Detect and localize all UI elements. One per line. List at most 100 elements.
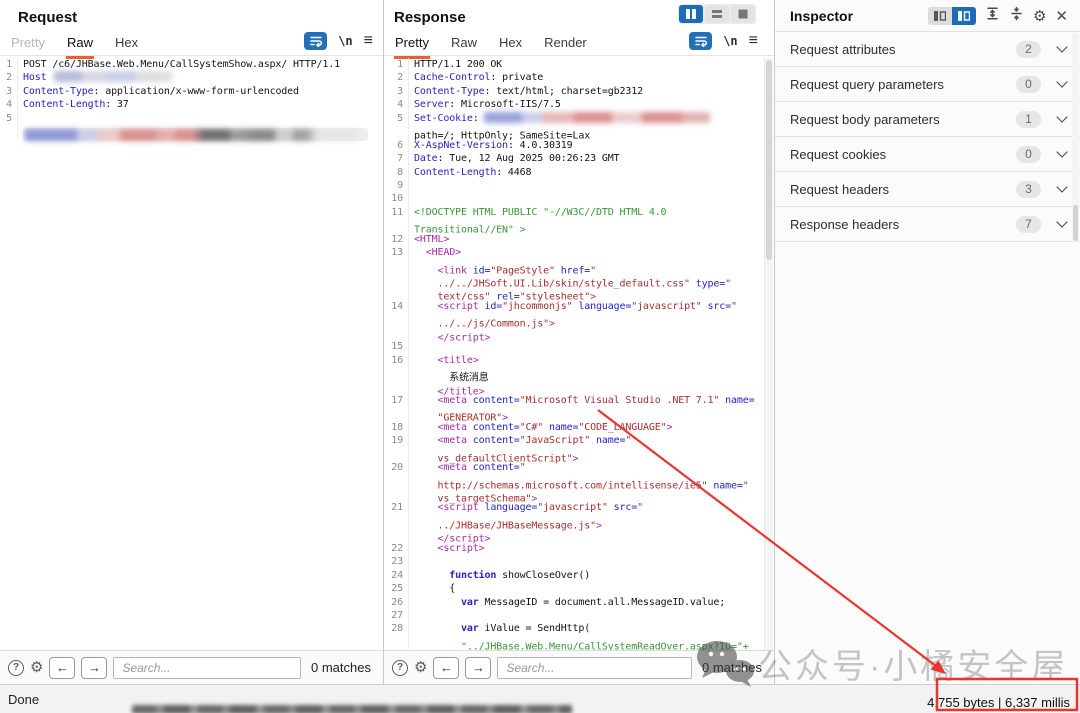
search-settings-icon[interactable]: ⚙ [414, 660, 427, 676]
line-number: 6 [388, 139, 409, 152]
wrap-text-icon[interactable] [689, 32, 712, 50]
inspector-section[interactable]: Request body parameters1 [775, 102, 1080, 137]
inspector-section[interactable]: Request attributes2 [775, 32, 1080, 67]
inspector-section[interactable]: Request cookies0 [775, 137, 1080, 172]
code-line: 24 function showCloseOver() [388, 569, 762, 582]
wrap-text-icon[interactable] [304, 32, 327, 50]
code-line: 10 [388, 192, 762, 205]
chevron-down-icon[interactable] [1056, 216, 1067, 227]
help-icon[interactable]: ? [392, 660, 408, 676]
panel-divider[interactable] [774, 0, 775, 684]
line-number [388, 260, 409, 273]
count-badge: 1 [1016, 111, 1041, 128]
expand-all-icon[interactable] [985, 6, 1000, 26]
close-icon[interactable]: ✕ [1055, 7, 1068, 25]
request-search-bar: ? ⚙ ← → 0 matches [0, 650, 383, 684]
dock-right-icon[interactable] [952, 7, 976, 25]
layout-columns-icon[interactable] [679, 5, 703, 23]
inspector-scrollbar[interactable] [1072, 33, 1079, 243]
section-label: Response headers [790, 217, 1016, 232]
chevron-down-icon[interactable] [1056, 146, 1067, 157]
search-settings-icon[interactable]: ⚙ [30, 660, 43, 676]
scrollbar-thumb[interactable] [766, 60, 772, 260]
scrollbar-thumb[interactable] [1073, 205, 1078, 241]
redacted-blur [54, 71, 172, 82]
collapse-all-icon[interactable] [1009, 6, 1024, 26]
tab-raw[interactable]: Raw [450, 30, 478, 56]
editor-menu-icon[interactable]: ≡ [749, 36, 758, 46]
tab-pretty[interactable]: Pretty [394, 30, 430, 59]
help-icon[interactable]: ? [8, 660, 24, 676]
line-number: 27 [388, 609, 409, 622]
inspector-section[interactable]: Response headers7 [775, 207, 1080, 242]
line-number: 17 [388, 394, 409, 407]
response-scrollbar[interactable] [764, 58, 773, 650]
line-number: 3 [388, 85, 409, 98]
search-matches-count: 0 matches [307, 660, 375, 675]
line-number: 25 [388, 582, 409, 595]
response-editor[interactable]: 1HTTP/1.1 200 OK2Cache-Control: private3… [388, 58, 762, 650]
chevron-down-icon[interactable] [1056, 111, 1067, 122]
code-line: 3Content-Type: application/x-www-form-ur… [4, 85, 380, 98]
line-number: 3 [4, 85, 18, 98]
chevron-down-icon[interactable] [1056, 41, 1067, 52]
tab-hex[interactable]: Hex [114, 30, 139, 56]
search-prev-button[interactable]: ← [433, 657, 459, 679]
line-number: 13 [388, 246, 409, 259]
newline-toggle-icon[interactable]: \n [338, 34, 352, 48]
code-line: 22 <script> [388, 542, 762, 555]
line-number: 5 [4, 112, 18, 125]
chevron-down-icon[interactable] [1056, 181, 1067, 192]
code-line: ../JHBase/JHBaseMessage.js"> [388, 515, 762, 528]
code-line: 27 [388, 609, 762, 622]
section-label: Request body parameters [790, 112, 1016, 127]
response-panel: Response PrettyRawHexRender \n ≡ 1HTTP/1… [384, 0, 774, 684]
line-number: 24 [388, 569, 409, 582]
code-line: ../../js/Common.js"> [388, 313, 762, 326]
line-number: 28 [388, 622, 409, 635]
line-number [388, 488, 409, 501]
search-next-button[interactable]: → [81, 657, 107, 679]
newline-toggle-icon[interactable]: \n [723, 34, 737, 48]
editor-menu-icon[interactable]: ≡ [364, 36, 373, 46]
search-input[interactable] [113, 657, 301, 679]
code-line: 1POST /c6/JHBase.Web.Menu/CallSystemShow… [4, 58, 380, 71]
tab-render[interactable]: Render [543, 30, 588, 56]
code-line: vs_defaultClientScript"> [388, 448, 762, 461]
panel-divider[interactable] [383, 0, 384, 684]
line-number [388, 515, 409, 528]
request-editor[interactable]: 1POST /c6/JHBase.Web.Menu/CallSystemShow… [4, 58, 380, 650]
code-line: 8Content-Length: 4468 [388, 166, 762, 179]
code-line: 16 <title> [388, 354, 762, 367]
line-number [388, 327, 409, 340]
code-line: 5 [4, 112, 380, 125]
tab-hex[interactable]: Hex [498, 30, 523, 56]
layout-rows-icon[interactable] [705, 5, 729, 23]
count-badge: 7 [1016, 216, 1041, 233]
redacted-blur [25, 129, 355, 141]
code-line: <link id="PageStyle" href=" [388, 260, 762, 273]
search-matches-count: 0 matches [698, 660, 766, 675]
line-number: 2 [388, 71, 409, 84]
code-line: 14 <script id="jhcommonjs" language="jav… [388, 300, 762, 313]
tab-raw[interactable]: Raw [66, 30, 94, 59]
tab-pretty[interactable]: Pretty [10, 30, 46, 56]
dock-left-icon[interactable] [928, 7, 952, 25]
inspector-section[interactable]: Request query parameters0 [775, 67, 1080, 102]
chevron-down-icon[interactable] [1056, 76, 1067, 87]
code-line: </title> [388, 381, 762, 394]
layout-single-icon[interactable] [731, 5, 755, 23]
line-number: 21 [388, 501, 409, 514]
inspector-section[interactable]: Request headers3 [775, 172, 1080, 207]
line-number [388, 407, 409, 420]
line-number [4, 125, 18, 138]
search-next-button[interactable]: → [465, 657, 491, 679]
search-input[interactable] [497, 657, 692, 679]
inspector-settings-icon[interactable]: ⚙ [1033, 7, 1046, 25]
code-line [4, 125, 380, 138]
code-line: 25 { [388, 582, 762, 595]
search-prev-button[interactable]: ← [49, 657, 75, 679]
line-number: 4 [388, 98, 409, 111]
line-number: 10 [388, 192, 409, 205]
code-line: </script> [388, 327, 762, 340]
